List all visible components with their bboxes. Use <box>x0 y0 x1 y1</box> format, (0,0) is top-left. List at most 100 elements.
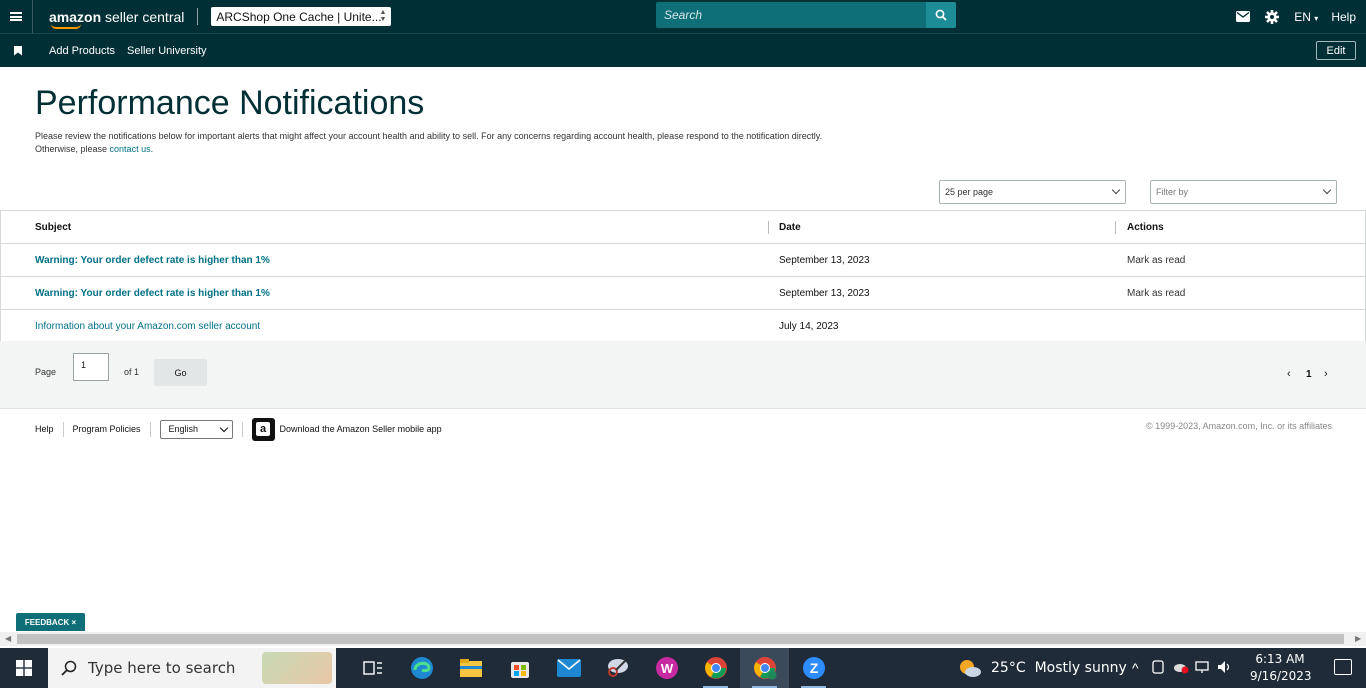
secondary-nav-bar: Add Products Seller University Edit <box>0 33 1366 67</box>
notification-subject-link[interactable]: Information about your Amazon.com seller… <box>35 310 260 342</box>
chevron-right-icon[interactable]: › <box>1324 368 1328 380</box>
mark-as-read-link[interactable]: Mark as read <box>1127 244 1185 276</box>
file-explorer-icon[interactable] <box>446 648 495 688</box>
column-divider <box>768 221 769 234</box>
page-label: Page <box>35 367 57 377</box>
chrome-icon[interactable] <box>691 648 740 688</box>
column-divider <box>1115 221 1116 234</box>
taskbar-search-input[interactable]: Type here to search <box>48 648 336 688</box>
intro-line-2: Otherwise, please <box>35 144 110 154</box>
chevron-down-icon <box>1322 185 1332 195</box>
weather-widget[interactable]: 25°C Mostly sunny <box>958 648 1127 688</box>
search-input[interactable]: Search <box>656 2 926 28</box>
logo-smile <box>51 24 81 29</box>
zoom-app-icon[interactable]: Z <box>789 648 838 688</box>
search-icon <box>61 660 77 676</box>
page-title: Performance Notifications <box>35 84 425 122</box>
store-selector[interactable]: ARCShop One Cache | Unite... ▲ ▼ <box>211 7 392 26</box>
gear-icon[interactable] <box>1265 9 1280 24</box>
help-link[interactable]: Help <box>1331 10 1356 24</box>
footer-divider <box>149 421 151 437</box>
system-tray: ^ <box>1132 648 1233 688</box>
volume-icon[interactable] <box>1217 660 1233 677</box>
go-button[interactable]: Go <box>154 359 207 386</box>
mail-app-icon[interactable] <box>544 648 593 688</box>
microsoft-store-icon[interactable] <box>495 648 544 688</box>
notification-center-icon[interactable] <box>1334 659 1352 675</box>
wps-office-icon[interactable]: W <box>642 648 691 688</box>
logo-rest-text: seller central <box>101 8 185 25</box>
system-clock[interactable]: 6:13 AM 9/16/2023 <box>1250 651 1312 685</box>
task-view-icon[interactable] <box>348 648 397 688</box>
close-icon[interactable]: × <box>72 618 77 627</box>
subnav-seller-university[interactable]: Seller University <box>127 45 206 57</box>
subnav-add-products[interactable]: Add Products <box>49 45 115 57</box>
windows-taskbar: Type here to search W Z 25°C Mostly sunn… <box>0 648 1366 688</box>
horizontal-scrollbar[interactable]: ◀ ▶ <box>0 632 1366 646</box>
svg-text:Z: Z <box>809 660 818 676</box>
column-header-actions: Actions <box>1127 221 1164 233</box>
amazon-app-icon[interactable]: a <box>251 417 275 441</box>
feedback-label: FEEDBACK <box>24 617 70 627</box>
edit-button[interactable]: Edit <box>1316 41 1356 60</box>
seller-central-logo[interactable]: amazon seller central <box>49 8 185 29</box>
language-selector[interactable]: EN ▾ <box>1294 10 1318 24</box>
windows-start-button[interactable] <box>0 648 48 688</box>
onedrive-error-icon[interactable] <box>1173 660 1189 677</box>
svg-text:W: W <box>660 661 673 676</box>
up-down-arrows-icon: ▲ ▼ <box>379 9 387 23</box>
notification-subject-link[interactable]: Warning: Your order defect rate is highe… <box>35 277 270 309</box>
mark-as-read-link[interactable]: Mark as read <box>1127 277 1185 309</box>
column-header-date: Date <box>779 221 801 233</box>
snipping-tool-icon[interactable] <box>593 648 642 688</box>
meet-now-icon[interactable] <box>1151 659 1165 677</box>
caret-down-icon: ▾ <box>1314 13 1319 23</box>
download-app-link[interactable]: Download the Amazon Seller mobile app <box>280 424 442 434</box>
column-header-subject: Subject <box>35 221 72 233</box>
copyright-text: © 1999-2023, Amazon.com, Inc. or its aff… <box>1145 421 1332 431</box>
table-header-row: Subject Date Actions <box>1 211 1365 244</box>
mail-icon[interactable] <box>1236 11 1251 22</box>
search-highlight-image <box>262 652 332 684</box>
top-nav-bar: amazon seller central ARCShop One Cache … <box>0 0 1366 33</box>
feedback-button[interactable]: FEEDBACK × <box>16 613 85 631</box>
network-icon[interactable] <box>1194 660 1211 677</box>
chevron-up-icon[interactable]: ^ <box>1132 660 1139 676</box>
notification-date: September 13, 2023 <box>779 254 870 266</box>
notification-date: July 14, 2023 <box>779 320 839 332</box>
bookmark-icon[interactable] <box>14 45 22 56</box>
footer-help-link[interactable]: Help <box>35 424 54 434</box>
footer-program-policies-link[interactable]: Program Policies <box>73 424 141 434</box>
scroll-right-arrow-icon[interactable]: ▶ <box>1355 634 1361 643</box>
search-button[interactable] <box>926 2 956 28</box>
notifications-table: Subject Date Actions Warning: Your order… <box>0 210 1366 343</box>
filter-select[interactable]: Filter by <box>1150 180 1337 204</box>
edge-browser-icon[interactable] <box>397 648 446 688</box>
chevron-down-icon <box>1111 185 1121 195</box>
footer: Help Program Policies English a Download… <box>0 416 1366 442</box>
clock-time: 6:13 AM <box>1255 652 1305 666</box>
search-icon <box>935 9 947 21</box>
footer-language-value: English <box>168 424 199 434</box>
filter-placeholder: Filter by <box>1156 187 1189 197</box>
scrollbar-thumb[interactable] <box>17 634 1344 644</box>
page-number-input[interactable]: 1 <box>73 353 109 381</box>
partly-sunny-icon <box>960 660 981 677</box>
page-link-current[interactable]: 1 <box>1306 369 1312 380</box>
per-page-select[interactable]: 25 per page <box>939 180 1126 204</box>
pagination-bar: Page 1 of 1 Go ‹ 1 › <box>0 341 1366 409</box>
taskbar-search-placeholder: Type here to search <box>88 659 236 677</box>
table-row: Warning: Your order defect rate is highe… <box>1 244 1365 277</box>
header-right-controls: EN ▾ Help <box>1236 0 1366 33</box>
chrome-profile-icon[interactable] <box>740 648 789 688</box>
footer-language-select[interactable]: English <box>159 419 233 439</box>
contact-us-link[interactable]: contact us. <box>110 144 154 154</box>
menu-icon[interactable] <box>0 0 33 33</box>
notification-subject-link[interactable]: Warning: Your order defect rate is highe… <box>35 244 270 276</box>
footer-divider <box>241 421 243 437</box>
chevron-left-icon[interactable]: ‹ <box>1287 368 1291 380</box>
windows-logo-icon <box>16 660 32 676</box>
scroll-left-arrow-icon[interactable]: ◀ <box>5 634 11 643</box>
store-selector-value: ARCShop One Cache | Unite... <box>216 9 382 24</box>
clock-date: 9/16/2023 <box>1250 669 1312 683</box>
